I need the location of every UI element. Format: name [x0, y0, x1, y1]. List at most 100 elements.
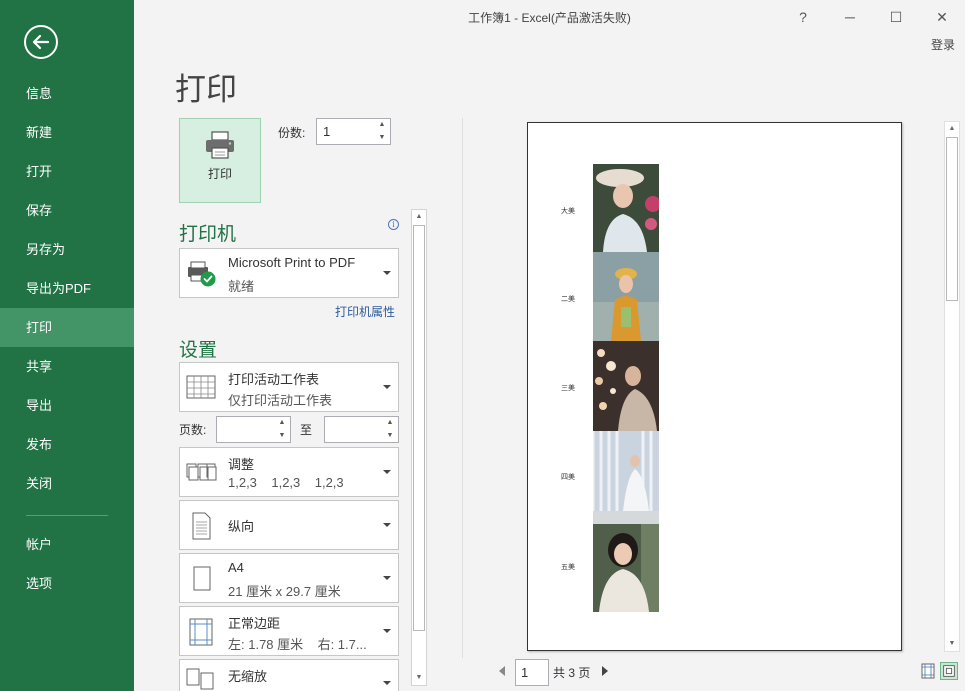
pages-to-down-arrow-icon[interactable]: ▼ [382, 430, 398, 443]
collate-label: 调整 [228, 457, 255, 472]
copies-up-arrow-icon[interactable]: ▲ [374, 119, 390, 132]
portrait-photo [593, 524, 659, 612]
pages-to-stepper[interactable]: ▲ ▼ [324, 416, 399, 443]
chevron-down-icon [383, 681, 391, 685]
help-button[interactable]: ? [791, 6, 815, 28]
nav-item-publish[interactable]: 发布 [0, 425, 134, 464]
preview-scrollbar[interactable]: ▲ ▼ [944, 121, 960, 652]
copies-down-arrow-icon[interactable]: ▼ [374, 132, 390, 145]
backstage-nav: 信息 新建 打开 保存 另存为 导出为PDF 打印 共享 导出 发布 关闭 [0, 74, 134, 528]
nav-item-save-as[interactable]: 另存为 [0, 230, 134, 269]
print-button-label: 打印 [207, 167, 232, 181]
scaling-label: 无缩放 [228, 669, 268, 684]
show-margins-icon[interactable] [919, 662, 937, 680]
nav-item-account[interactable]: 帐户 [0, 525, 134, 564]
portrait-photo [593, 431, 659, 524]
preview-scroll-thumb[interactable] [946, 137, 958, 301]
pages-from-input[interactable] [217, 417, 274, 442]
chevron-down-icon [383, 629, 391, 633]
nav-divider [26, 515, 108, 516]
backstage-sidebar: 信息 新建 打开 保存 另存为 导出为PDF 打印 共享 导出 发布 关闭 帐户… [0, 0, 134, 691]
copies-label: 份数: [278, 126, 306, 140]
pages-to-input[interactable] [325, 417, 382, 442]
nav-item-new[interactable]: 新建 [0, 113, 134, 152]
title-bar: 工作簿1 - Excel(产品激活失败) ? ─ ☐ ✕ [134, 0, 965, 34]
paper-size-label: A4 [228, 560, 244, 575]
next-page-icon[interactable] [602, 666, 608, 676]
paper-size-dropdown[interactable]: A4 21 厘米 x 29.7 厘米 [179, 553, 399, 603]
portrait-photo [593, 164, 659, 252]
printer-dropdown[interactable]: Microsoft Print to PDF 就绪 [179, 248, 399, 298]
minimize-button[interactable]: ─ [838, 6, 862, 28]
nav-item-share[interactable]: 共享 [0, 347, 134, 386]
pages-from-down-arrow-icon[interactable]: ▼ [274, 430, 290, 443]
collate-icon [186, 463, 217, 481]
row-label: 三美 [561, 385, 575, 392]
no-scaling-icon [186, 668, 214, 690]
nav-item-info[interactable]: 信息 [0, 74, 134, 113]
back-button[interactable] [24, 25, 58, 59]
zoom-page-icon[interactable] [940, 662, 958, 680]
margins-dropdown[interactable]: 正常边距 左: 1.78 厘米 右: 1.7... [179, 606, 399, 656]
paper-icon [193, 566, 211, 591]
printer-name: Microsoft Print to PDF [228, 255, 356, 270]
printer-section-title: 打印机 [179, 224, 237, 245]
copies-input[interactable] [317, 119, 374, 144]
printer-status: 就绪 [228, 279, 255, 294]
portrait-icon [192, 512, 211, 540]
row-label: 四美 [561, 474, 575, 481]
row-label: 五美 [561, 564, 575, 571]
orientation-label: 纵向 [228, 519, 255, 534]
row-label: 二美 [561, 296, 575, 303]
scroll-down-arrow-icon[interactable]: ▼ [412, 671, 426, 685]
orientation-dropdown[interactable]: 纵向 [179, 500, 399, 550]
margins-description: 左: 1.78 厘米 右: 1.7... [228, 637, 367, 652]
collate-description: 1,2,3 1,2,3 1,2,3 [228, 475, 344, 490]
portrait-photo [593, 252, 659, 341]
scroll-up-arrow-icon[interactable]: ▲ [412, 210, 426, 224]
previous-page-icon[interactable] [499, 666, 505, 676]
sheet-grid-icon [186, 375, 216, 399]
backstage-nav-bottom: 帐户 选项 [0, 525, 134, 603]
info-icon[interactable]: i [388, 219, 399, 230]
printer-properties-link[interactable]: 打印机属性 [335, 303, 395, 320]
printer-icon [206, 131, 234, 159]
chevron-down-icon [383, 470, 391, 474]
pages-from-up-arrow-icon[interactable]: ▲ [274, 417, 290, 430]
nav-item-close[interactable]: 关闭 [0, 464, 134, 503]
nav-item-export[interactable]: 导出 [0, 386, 134, 425]
print-scope-dropdown[interactable]: 打印活动工作表 仅打印活动工作表 [179, 362, 399, 412]
paper-size-description: 21 厘米 x 29.7 厘米 [228, 584, 341, 599]
chevron-down-icon [383, 385, 391, 389]
close-button[interactable]: ✕ [930, 6, 954, 28]
pages-to-label: 至 [300, 423, 313, 437]
panel-divider [462, 118, 463, 658]
preview-scroll-up-arrow-icon[interactable]: ▲ [945, 122, 959, 136]
margins-icon [189, 618, 213, 646]
current-page-input[interactable]: 1 [515, 659, 549, 686]
chevron-down-icon [383, 523, 391, 527]
print-scope-label: 打印活动工作表 [228, 372, 320, 387]
page-title: 打印 [175, 72, 237, 107]
pages-to-up-arrow-icon[interactable]: ▲ [382, 417, 398, 430]
nav-item-export-pdf[interactable]: 导出为PDF [0, 269, 134, 308]
collate-dropdown[interactable]: 调整 1,2,3 1,2,3 1,2,3 [179, 447, 399, 497]
settings-scrollbar[interactable]: ▲ ▼ [411, 209, 427, 686]
nav-item-open[interactable]: 打开 [0, 152, 134, 191]
preview-scroll-down-arrow-icon[interactable]: ▼ [945, 637, 959, 651]
copies-stepper[interactable]: ▲ ▼ [316, 118, 391, 145]
print-button[interactable]: 打印 [179, 118, 261, 203]
nav-item-save[interactable]: 保存 [0, 191, 134, 230]
nav-item-options[interactable]: 选项 [0, 564, 134, 603]
margins-label: 正常边距 [228, 616, 281, 631]
total-pages: 共 3 页 [553, 666, 591, 680]
maximize-button[interactable]: ☐ [884, 6, 908, 28]
pages-label: 页数: [179, 423, 207, 437]
chevron-down-icon [383, 271, 391, 275]
print-scope-description: 仅打印活动工作表 [228, 393, 333, 408]
scaling-dropdown[interactable]: 无缩放 [179, 659, 399, 691]
login-link[interactable]: 登录 [931, 36, 955, 53]
nav-item-print[interactable]: 打印 [0, 308, 134, 347]
pages-from-stepper[interactable]: ▲ ▼ [216, 416, 291, 443]
settings-scroll-thumb[interactable] [413, 225, 425, 631]
